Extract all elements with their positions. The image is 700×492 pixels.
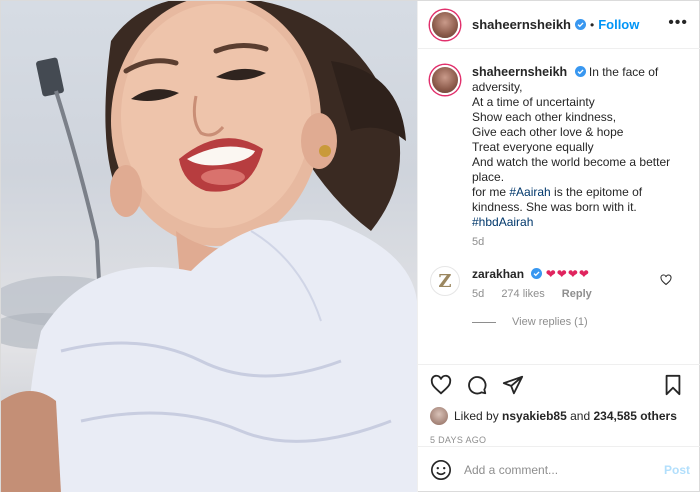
caption-line: kindness. She was born with it.	[472, 200, 637, 214]
author-username[interactable]: shaheernsheikh	[472, 17, 571, 32]
caption-line: adversity,	[472, 80, 523, 94]
comment-bubble-icon[interactable]	[466, 374, 488, 396]
caption-line: In the face of	[588, 65, 659, 79]
caption-text-fragment: is the epitome of	[550, 185, 643, 199]
view-replies-button[interactable]: View replies (1)	[472, 316, 690, 328]
hashtag-link[interactable]: #hbdAairah	[472, 215, 690, 230]
action-icon-row	[430, 373, 690, 397]
post-photo[interactable]	[1, 1, 417, 492]
commenter-username[interactable]: zarakhan	[472, 267, 524, 281]
comment-content: zarakhan ❤❤❤❤ 5d 274 likes Reply	[472, 266, 606, 300]
add-comment-bar: Post	[418, 446, 700, 492]
verified-badge-icon	[575, 19, 586, 30]
verified-badge-icon	[574, 66, 586, 77]
liker-avatar[interactable]	[430, 407, 448, 425]
liked-by-and: and	[570, 409, 591, 423]
caption-line: At a time of uncertainty	[472, 95, 595, 109]
caption-line: Treat everyone equally	[472, 140, 594, 154]
post-side-panel: shaheernsheikh • Follow ••• shaheernshei…	[417, 1, 700, 492]
post-actions: Liked by nsyakieb85 and 234,585 others 5…	[418, 364, 700, 446]
caption-line: place.	[472, 170, 505, 184]
caption-text-fragment: for me	[472, 185, 510, 199]
caption-age[interactable]: 5d	[472, 236, 690, 248]
caption-line: Give each other love & hope	[472, 125, 624, 139]
hashtag-link[interactable]: #Aairah	[509, 185, 550, 199]
liked-by-summary: Liked by nsyakieb85 and 234,585 others	[430, 407, 690, 425]
separator-dot: •	[590, 17, 595, 32]
comment-input[interactable]	[464, 463, 664, 477]
caption-line: Show each other kindness,	[472, 110, 617, 124]
post-header: shaheernsheikh • Follow •••	[418, 1, 700, 49]
share-paper-plane-icon[interactable]	[502, 374, 524, 396]
comment-text: ❤❤❤❤	[545, 267, 590, 281]
verified-badge-icon	[531, 268, 543, 279]
post-photo-illustration	[1, 1, 417, 492]
more-options-icon[interactable]: •••	[668, 15, 688, 31]
emoji-smile-icon[interactable]	[430, 459, 452, 481]
reply-button[interactable]: Reply	[562, 288, 592, 300]
view-replies-divider	[472, 321, 496, 323]
caption-mention-line: for me #Aairah is the epitome of	[472, 185, 690, 200]
like-comment-heart-icon[interactable]	[660, 274, 672, 286]
save-bookmark-icon[interactable]	[662, 374, 684, 396]
like-heart-icon[interactable]	[430, 374, 452, 396]
post-timestamp[interactable]: 5 DAYS AGO	[430, 435, 690, 445]
comment-body: zarakhan ❤❤❤❤	[472, 266, 606, 282]
liked-by-user[interactable]: nsyakieb85	[502, 409, 567, 423]
caption-line: And watch the world become a better	[472, 155, 671, 169]
comment-item: Z zarakhan ❤❤❤❤ 5d 274 likes Reply	[430, 266, 690, 300]
caption-author-avatar[interactable]	[430, 65, 460, 95]
instagram-post: shaheernsheikh • Follow ••• shaheernshei…	[0, 0, 700, 492]
author-avatar[interactable]	[430, 9, 460, 40]
caption-username[interactable]: shaheernsheikh	[472, 65, 567, 79]
comments-section: shaheernsheikh In the face of adversity,…	[418, 49, 700, 364]
view-replies-label: View replies (1)	[512, 316, 588, 328]
caption-text: shaheernsheikh In the face of adversity,…	[472, 65, 690, 230]
liked-by-others[interactable]: 234,585 others	[593, 409, 676, 423]
commenter-avatar[interactable]: Z	[430, 266, 460, 296]
liked-by-prefix: Liked by	[454, 409, 499, 423]
post-comment-button[interactable]: Post	[664, 463, 690, 477]
comment-likes[interactable]: 274 likes	[501, 288, 544, 300]
follow-button[interactable]: Follow	[598, 17, 639, 32]
comment-meta: 5d 274 likes Reply	[472, 288, 606, 300]
comment-age[interactable]: 5d	[472, 288, 484, 300]
post-caption: shaheernsheikh In the face of adversity,…	[430, 65, 690, 230]
